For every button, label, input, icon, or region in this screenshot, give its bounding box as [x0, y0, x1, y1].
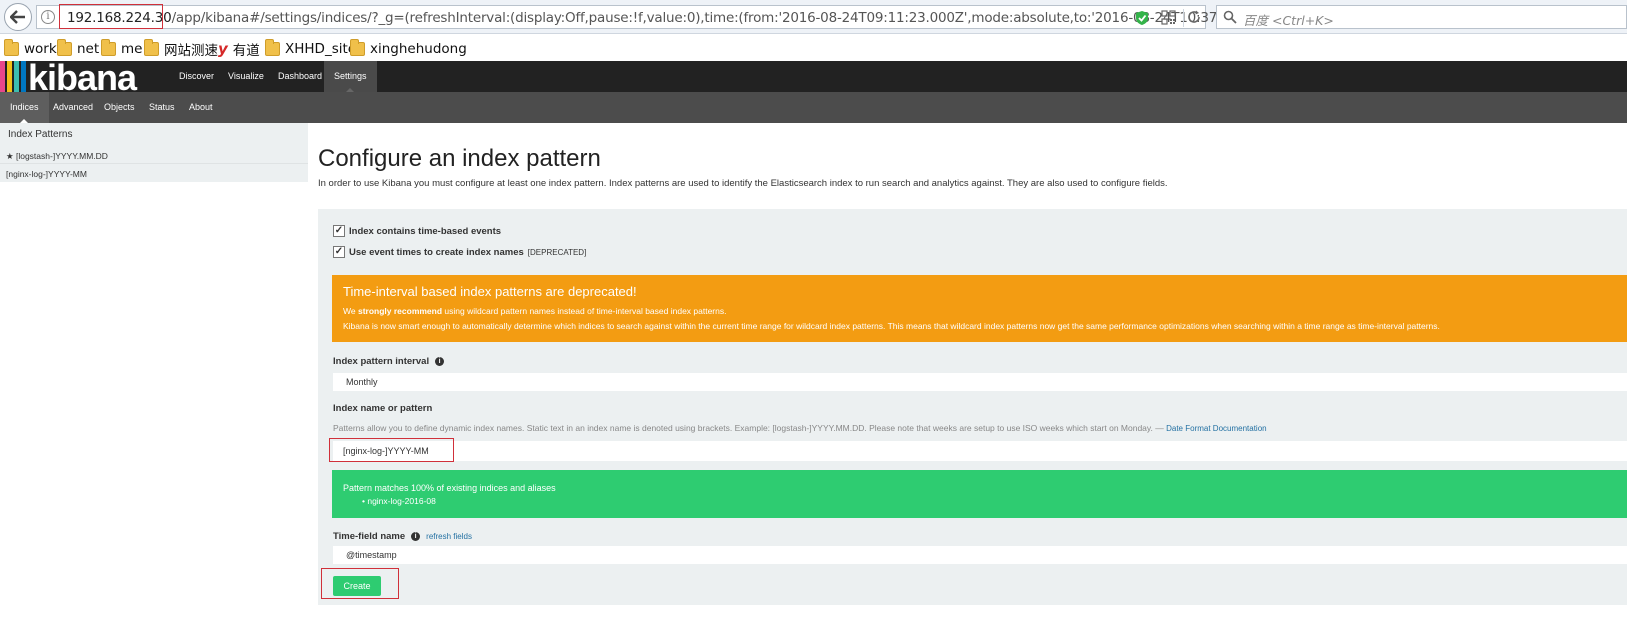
event-times-checkbox-row[interactable]: ✓ Use event times to create index names … [333, 246, 586, 258]
browser-address-bar: i 192.168.224.30/app/kibana#/settings/in… [0, 0, 1627, 34]
reload-icon[interactable] [1187, 10, 1201, 24]
name-help: Patterns allow you to define dynamic ind… [333, 423, 1167, 433]
logo-bar [14, 61, 19, 92]
bookmarks-bar: work net me 网站测速 y 有道 XHHD_site xinghehu… [0, 35, 1627, 61]
url-text: 192.168.224.30/app/kibana#/settings/indi… [67, 10, 1290, 26]
time-based-label: Index contains time-based events [349, 225, 502, 237]
tab-status[interactable]: Status [139, 92, 185, 123]
event-times-label: Use event times to create index names [349, 246, 524, 258]
bookmark-net[interactable]: net [57, 39, 100, 58]
warning-line-1: We strongly recommend using wildcard pat… [343, 306, 726, 316]
name-help-text: Patterns allow you to define dynamic ind… [333, 423, 1267, 433]
index-patterns-sidebar: Index Patterns ★ [logstash-]YYYY.MM.DD [… [0, 123, 308, 182]
bookmark-label: me [121, 41, 143, 57]
bookmark-label: work [24, 41, 57, 57]
bookmark-speedtest[interactable]: 网站测速 [144, 39, 218, 59]
warning-line-1-suffix: using wildcard pattern names instead of … [442, 306, 727, 316]
sidebar-item-logstash[interactable]: ★ [logstash-]YYYY.MM.DD [6, 151, 108, 162]
sidebar-item-nginx-log[interactable]: [nginx-log-]YYYY-MM [6, 169, 87, 179]
match-item: • nginx-log-2016-08 [362, 496, 436, 506]
warning-line-2: Kibana is now smart enough to automatica… [343, 321, 1440, 331]
name-label: Index name or pattern [333, 403, 433, 414]
page-description: In order to use Kibana you must configur… [318, 178, 1168, 189]
timefield-select[interactable]: @timestamp [333, 546, 1627, 564]
kibana-sub-nav: Indices Advanced Objects Status About [0, 92, 1627, 123]
url-path: /app/kibana#/settings/indices/?_g=(refre… [171, 10, 1291, 26]
bookmark-xhhd-site[interactable]: XHHD_site [265, 39, 357, 58]
index-name-input[interactable]: [nginx-log-]YYYY-MM [333, 441, 1627, 461]
bookmark-work[interactable]: work [4, 39, 57, 58]
logo-bar [7, 61, 12, 92]
timefield-label: Time-field name [333, 531, 406, 542]
nav-visualize[interactable]: Visualize [218, 61, 274, 92]
bookmark-label: 网站测速 [164, 43, 218, 59]
warning-strong: strongly recommend [357, 306, 443, 316]
interval-label-row: Index pattern interval i [333, 356, 445, 367]
bookmark-xinghehudong[interactable]: xinghehudong [350, 39, 467, 58]
bookmark-label: 有道 [232, 43, 260, 59]
bookmark-youdao[interactable]: y 有道 [218, 40, 260, 59]
name-input-highlight-box [329, 438, 454, 462]
warning-title: Time-interval based index patterns are d… [343, 284, 637, 299]
folder-icon [144, 39, 159, 56]
kibana-logo-icon[interactable] [0, 61, 28, 92]
tab-about[interactable]: About [179, 92, 223, 123]
arrow-left-icon [10, 10, 25, 24]
date-format-docs-link[interactable]: Date Format Documentation [1166, 424, 1267, 433]
warning-line-1-prefix: We [343, 306, 358, 316]
pattern-match-status: Pattern matches 100% of existing indices… [332, 470, 1627, 518]
nav-settings[interactable]: Settings [324, 61, 377, 92]
match-text: Pattern matches 100% of existing indices… [343, 483, 556, 493]
nav-dashboard[interactable]: Dashboard [268, 61, 332, 92]
bookmark-label: XHHD_site [285, 41, 357, 57]
kibana-top-nav: kibana Discover Visualize Dashboard Sett… [0, 57, 1627, 98]
youdao-icon: y [218, 40, 228, 58]
tab-indices[interactable]: Indices [0, 92, 49, 123]
bookmark-label: xinghehudong [370, 41, 467, 57]
nav-settings-label: Settings [334, 71, 367, 81]
search-icon [1223, 10, 1237, 24]
logo-bar [21, 61, 26, 92]
url-highlight-box [59, 4, 163, 29]
interval-label: Index pattern interval [333, 356, 430, 367]
nav-discover[interactable]: Discover [169, 61, 224, 92]
divider [0, 163, 308, 164]
page-title: Configure an index pattern [318, 145, 601, 172]
name-label-row: Index name or pattern [333, 403, 432, 414]
folder-icon [101, 39, 116, 56]
search-placeholder: 百度 <Ctrl+K> [1243, 13, 1334, 28]
back-button[interactable] [4, 3, 32, 31]
bookmark-label: net [77, 41, 100, 57]
bookmark-me[interactable]: me [101, 39, 143, 58]
logo-bar [0, 61, 5, 92]
url-input[interactable]: i 192.168.224.30/app/kibana#/settings/in… [36, 5, 1290, 29]
deprecation-warning: Time-interval based index patterns are d… [332, 275, 1627, 342]
info-icon[interactable]: i [41, 10, 55, 24]
folder-icon [350, 39, 365, 56]
tab-objects[interactable]: Objects [94, 92, 145, 123]
time-based-checkbox[interactable]: ✓ [333, 225, 345, 237]
event-times-checkbox[interactable]: ✓ [333, 246, 345, 258]
sidebar-title: Index Patterns [8, 129, 73, 140]
interval-select[interactable]: Monthly [333, 373, 1627, 391]
tab-indices-label: Indices [10, 102, 39, 112]
folder-icon [57, 39, 72, 56]
refresh-fields-link[interactable]: refresh fields [426, 532, 472, 541]
time-based-checkbox-row[interactable]: ✓ Index contains time-based events [333, 225, 501, 237]
shield-icon[interactable] [1135, 10, 1149, 26]
divider [1183, 9, 1184, 27]
search-input[interactable]: 百度 <Ctrl+K> [1216, 5, 1627, 29]
folder-icon [4, 39, 19, 56]
deprecated-tag: [DEPRECATED] [527, 247, 587, 257]
info-circle-icon[interactable]: i [435, 357, 445, 366]
qr-code-icon[interactable] [1161, 10, 1176, 25]
folder-icon [265, 39, 280, 56]
info-circle-icon[interactable]: i [411, 532, 421, 541]
timefield-label-row: Time-field name i refresh fields [333, 531, 472, 542]
create-button-highlight-box [321, 568, 399, 599]
